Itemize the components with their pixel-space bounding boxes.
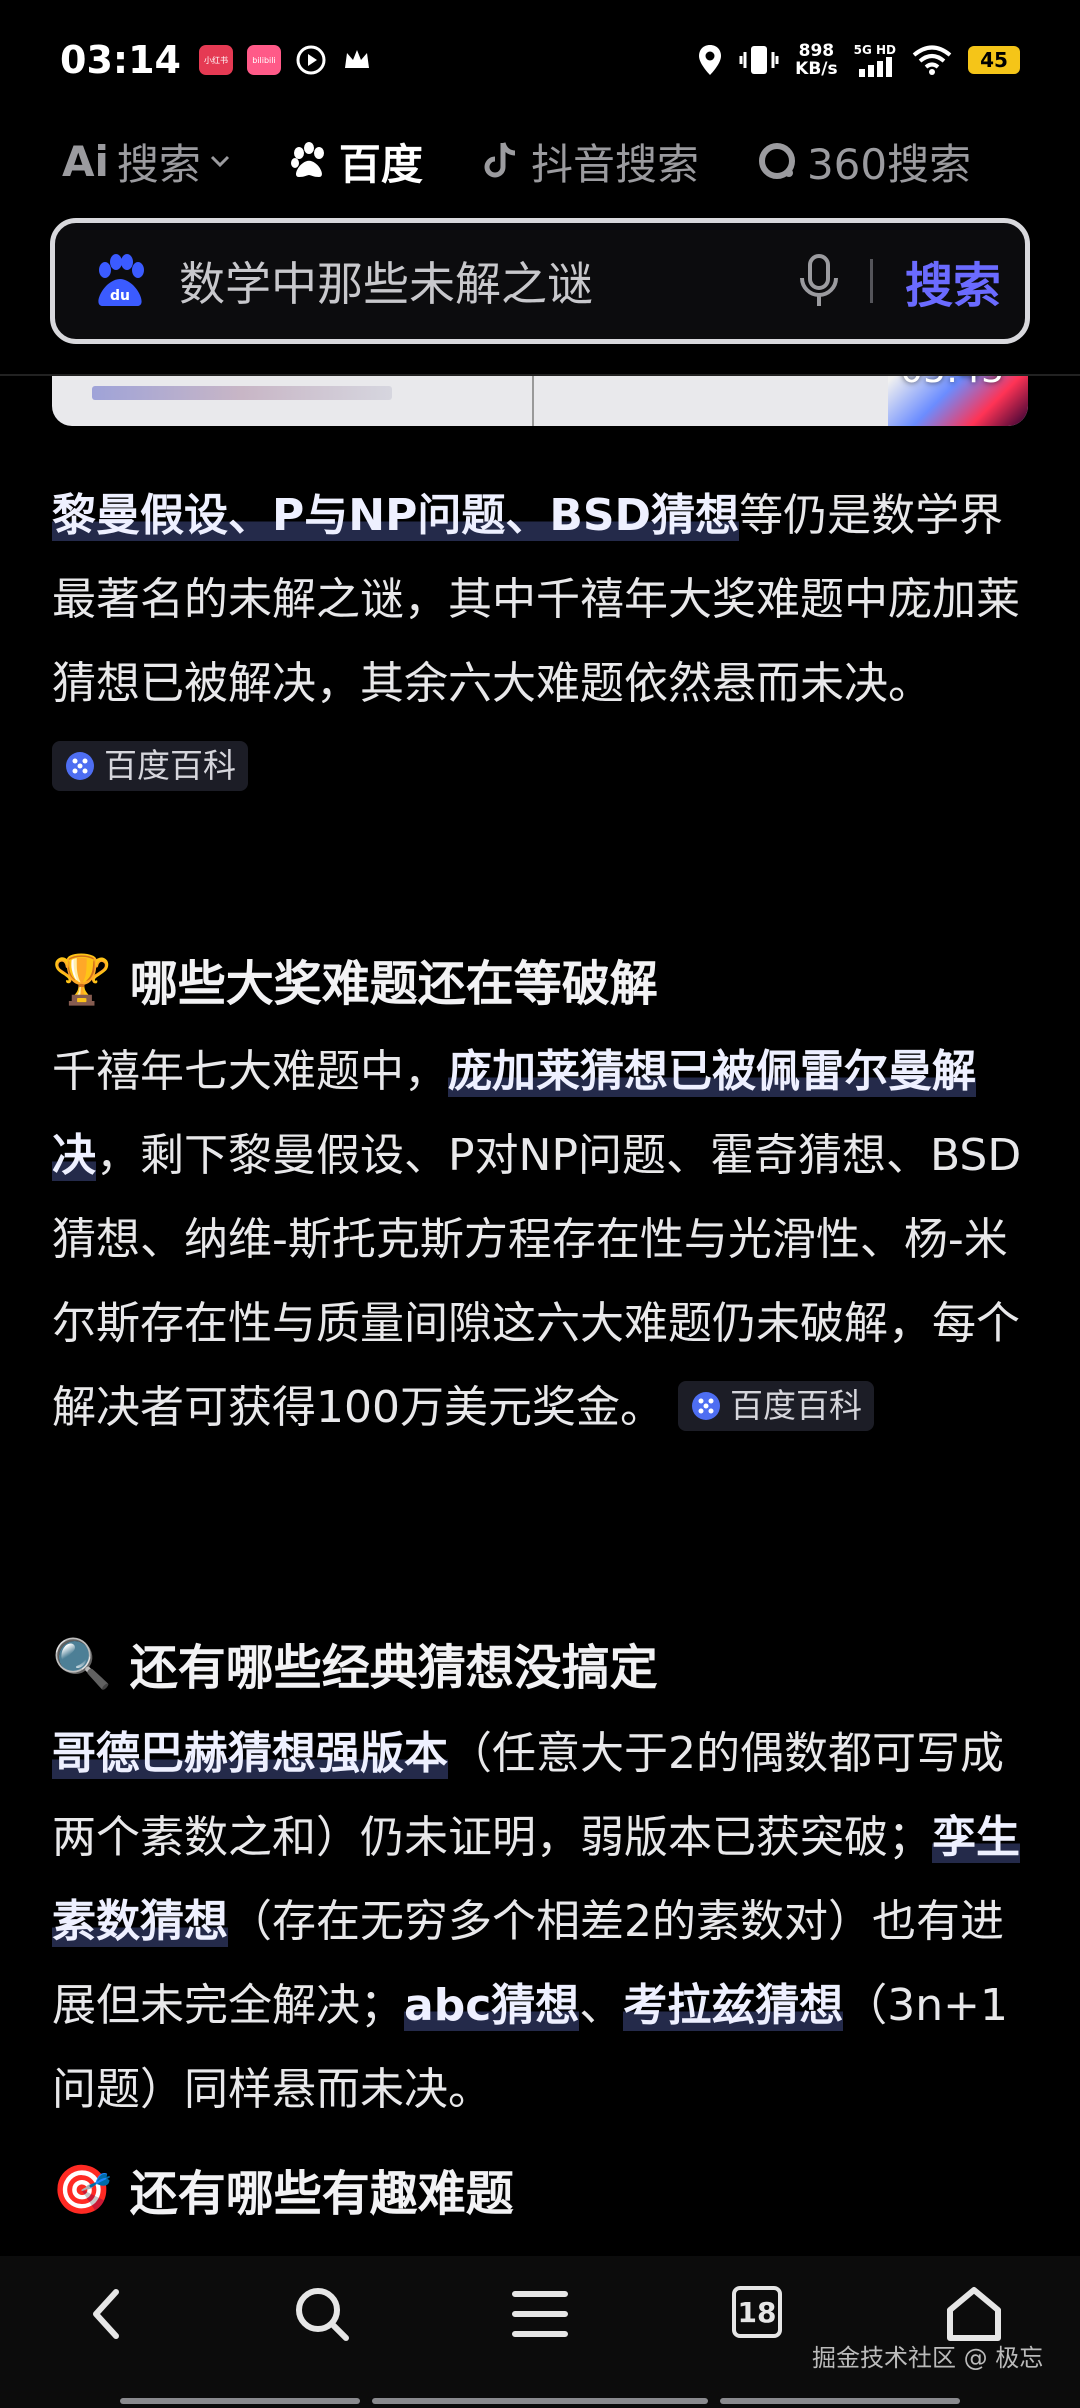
play-circle-icon bbox=[296, 45, 326, 75]
tab-douyin[interactable]: 抖音搜索 bbox=[479, 131, 699, 192]
video-duration: 05:43 bbox=[900, 376, 1004, 391]
baike-icon bbox=[66, 752, 94, 780]
highlight-term[interactable]: 哥德巴赫猜想强版本 bbox=[52, 1728, 448, 1779]
tab-douyin-label: 抖音搜索 bbox=[530, 139, 699, 189]
home-icon bbox=[947, 2287, 1001, 2341]
target-icon: 🎯 bbox=[52, 2161, 112, 2218]
highlight-term[interactable]: 黎曼假设、P与NP问题、BSD猜想 bbox=[52, 490, 740, 541]
tab-360-label: 360搜索 bbox=[806, 139, 972, 189]
tab-ai-search-label: 搜索 bbox=[116, 139, 201, 189]
tab-baidu[interactable]: 百度 bbox=[287, 131, 423, 192]
network-speed: 898 KB/s bbox=[795, 42, 837, 78]
360-ring-icon bbox=[758, 143, 795, 179]
search-icon bbox=[296, 2288, 349, 2341]
search-bar[interactable]: du 数学中那些未解之谜 搜索 bbox=[50, 218, 1030, 344]
video-thumb-axis bbox=[532, 376, 534, 426]
baidu-paw-icon bbox=[290, 142, 324, 177]
search-input[interactable]: 数学中那些未解之谜 bbox=[179, 248, 794, 314]
search-button[interactable]: 搜索 bbox=[905, 246, 1001, 316]
section-heading-text: 哪些大奖难题还在等破解 bbox=[129, 956, 658, 1012]
ai-logo: Ai bbox=[62, 136, 109, 186]
highlight-term[interactable]: abc猜想 bbox=[404, 1980, 580, 2031]
crown-icon bbox=[344, 50, 369, 68]
status-indicators: 898 KB/s 5G HD 45 bbox=[697, 42, 1020, 78]
menu-button[interactable] bbox=[504, 2278, 576, 2350]
xiaohongshu-app-icon: 小红书 bbox=[198, 45, 233, 75]
tabs-count-button[interactable]: 18 bbox=[732, 2286, 782, 2338]
citation-baidu-baike[interactable]: 百度百科 bbox=[677, 1381, 874, 1431]
douyin-note-icon bbox=[484, 142, 516, 178]
net-speed-unit: KB/s bbox=[795, 59, 838, 79]
answer-content: 05:43 黎曼假设、P与NP问题、BSD猜想等仍是数学界最著名的未解之谜，其中… bbox=[0, 376, 1080, 2254]
status-bar: 03:14 小红书 bilibili 898 KB/s 5G HD 45 bbox=[0, 0, 1080, 120]
tab-baidu-label: 百度 bbox=[338, 139, 423, 189]
section-heading-2: 🔍 还有哪些经典猜想没搞定 bbox=[52, 1628, 1028, 1698]
section-heading-text: 还有哪些经典猜想没搞定 bbox=[129, 1640, 658, 1696]
trophy-icon: 🏆 bbox=[52, 951, 112, 1008]
gesture-bar-segment bbox=[120, 2398, 360, 2404]
signal-label: 5G HD bbox=[853, 43, 896, 57]
search-divider bbox=[869, 259, 873, 303]
svg-text:du: du bbox=[110, 288, 130, 304]
watermark-text: 掘金技术社区 @ 极忘 bbox=[812, 2344, 1044, 2372]
bilibili-app-icon: bilibili bbox=[246, 45, 281, 75]
location-icon bbox=[699, 45, 722, 75]
wifi-icon bbox=[912, 45, 952, 75]
gesture-bar-segment bbox=[720, 2398, 960, 2404]
paragraph-2: 千禧年七大难题中，庞加莱猜想已被佩雷尔曼解决，剩下黎曼假设、P对NP问题、霍奇猜… bbox=[52, 1030, 1028, 1450]
status-app-icons: 小红书 bilibili bbox=[198, 44, 373, 76]
net-speed-value: 898 bbox=[798, 41, 835, 61]
section-heading-text: 还有哪些有趣难题 bbox=[129, 2166, 514, 2222]
video-thumb-line bbox=[92, 386, 392, 400]
microphone-icon[interactable] bbox=[794, 252, 844, 310]
paragraph-1: 黎曼假设、P与NP问题、BSD猜想等仍是数学界最著名的未解之谜，其中千禧年大奖难… bbox=[52, 474, 1028, 810]
paragraph-text: 、 bbox=[579, 1980, 624, 2031]
tab-ai-search[interactable]: Ai 搜索 bbox=[62, 131, 231, 192]
gesture-bar-segment bbox=[372, 2398, 708, 2404]
chevron-left-icon bbox=[93, 2289, 119, 2339]
baidu-du-icon: du bbox=[98, 254, 144, 306]
bottom-navigation: 18 掘金技术社区 @ 极忘 bbox=[0, 2256, 1080, 2408]
paragraph-text: ，剩下黎曼假设、P对NP问题、霍奇猜想、BSD猜想、纳维-斯托克斯方程存在性与光… bbox=[52, 1130, 1022, 1433]
section-heading-3: 🎯 还有哪些有趣难题 bbox=[52, 2154, 1028, 2224]
status-time: 03:14 bbox=[60, 38, 181, 82]
search-engine-tabs: Ai 搜索 百度 抖音搜索 360搜索 bbox=[0, 122, 1080, 200]
magnifier-icon: 🔍 bbox=[52, 1635, 112, 1692]
signal-bars-icon bbox=[858, 57, 892, 77]
battery-indicator: 45 bbox=[968, 46, 1020, 74]
cell-signal: 5G HD bbox=[854, 43, 896, 77]
chevron-down-icon bbox=[210, 155, 229, 168]
baike-icon bbox=[691, 1392, 720, 1420]
video-thumbnail[interactable]: 05:43 bbox=[52, 376, 1028, 426]
section-heading-1: 🏆 哪些大奖难题还在等破解 bbox=[52, 944, 1028, 1014]
hamburger-menu-icon bbox=[512, 2291, 568, 2337]
paragraph-3: 哥德巴赫猜想强版本（任意大于2的偶数都可写成两个素数之和）仍未证明，弱版本已获突… bbox=[52, 1712, 1028, 2132]
search-nav-button[interactable] bbox=[286, 2278, 358, 2350]
citation-label: 百度百科 bbox=[104, 746, 236, 785]
vibrate-icon bbox=[739, 46, 779, 74]
back-button[interactable] bbox=[70, 2278, 142, 2350]
citation-baidu-baike[interactable]: 百度百科 bbox=[52, 741, 248, 791]
tab-360[interactable]: 360搜索 bbox=[755, 131, 971, 192]
highlight-term[interactable]: 考拉兹猜想 bbox=[623, 1980, 844, 2031]
paragraph-text: 千禧年七大难题中， bbox=[52, 1046, 448, 1097]
citation-label: 百度百科 bbox=[729, 1386, 862, 1425]
